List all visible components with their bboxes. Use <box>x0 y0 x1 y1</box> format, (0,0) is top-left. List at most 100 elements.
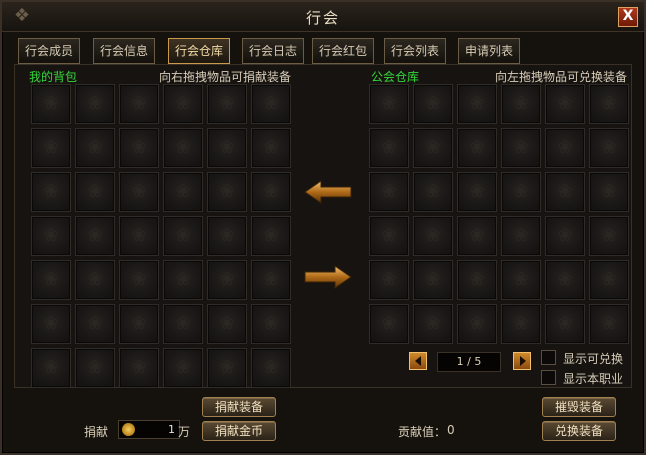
warehouse-slot[interactable] <box>369 128 409 168</box>
warehouse-slot[interactable] <box>501 216 541 256</box>
tab-guild-red-packet[interactable]: 行会红包 <box>312 38 374 64</box>
donate-amount-input[interactable]: 1 <box>118 420 180 439</box>
donate-gold-button[interactable]: 捐献金币 <box>202 421 276 441</box>
backpack-slot[interactable] <box>251 348 291 388</box>
tab-guild-members[interactable]: 行会成员 <box>18 38 80 64</box>
backpack-slot[interactable] <box>75 348 115 388</box>
warehouse-slot[interactable] <box>501 84 541 124</box>
warehouse-slot[interactable] <box>545 260 585 300</box>
warehouse-slot[interactable] <box>501 260 541 300</box>
arrow-right-icon[interactable] <box>303 263 353 291</box>
arrow-left-icon[interactable] <box>303 178 353 206</box>
backpack-slot[interactable] <box>207 84 247 124</box>
backpack-slot[interactable] <box>119 304 159 344</box>
backpack-slot[interactable] <box>75 172 115 212</box>
warehouse-slot[interactable] <box>369 260 409 300</box>
backpack-slot[interactable] <box>75 84 115 124</box>
warehouse-slot[interactable] <box>457 172 497 212</box>
backpack-slot[interactable] <box>119 260 159 300</box>
tab-guild-warehouse[interactable]: 行会仓库 <box>168 38 230 64</box>
prev-page-button[interactable] <box>409 352 427 370</box>
bottom-bar: 捐献装备 捐献 1 万 捐献金币 贡献值： 0 摧毁装备 兑换装备 <box>14 389 632 447</box>
warehouse-slot[interactable] <box>501 304 541 344</box>
warehouse-slot[interactable] <box>589 128 629 168</box>
tab-guild-info[interactable]: 行会信息 <box>93 38 155 64</box>
backpack-slot[interactable] <box>207 216 247 256</box>
backpack-slot[interactable] <box>31 172 71 212</box>
exchange-equipment-button[interactable]: 兑换装备 <box>542 421 616 441</box>
backpack-slot[interactable] <box>251 260 291 300</box>
backpack-slot[interactable] <box>163 84 203 124</box>
warehouse-slot[interactable] <box>413 128 453 168</box>
backpack-slot[interactable] <box>163 348 203 388</box>
warehouse-slot[interactable] <box>457 304 497 344</box>
backpack-slot[interactable] <box>251 304 291 344</box>
warehouse-slot[interactable] <box>501 172 541 212</box>
warehouse-slot[interactable] <box>369 216 409 256</box>
backpack-slot[interactable] <box>207 304 247 344</box>
backpack-slot[interactable] <box>163 216 203 256</box>
checkbox-box[interactable] <box>541 350 556 365</box>
warehouse-slot[interactable] <box>457 128 497 168</box>
backpack-slot[interactable] <box>119 348 159 388</box>
backpack-slot[interactable] <box>163 304 203 344</box>
backpack-slot[interactable] <box>119 172 159 212</box>
backpack-slot[interactable] <box>251 216 291 256</box>
backpack-slot[interactable] <box>251 172 291 212</box>
warehouse-slot[interactable] <box>545 84 585 124</box>
warehouse-slot[interactable] <box>501 128 541 168</box>
backpack-slot[interactable] <box>251 128 291 168</box>
backpack-slot[interactable] <box>119 216 159 256</box>
backpack-slot[interactable] <box>31 128 71 168</box>
warehouse-slot[interactable] <box>457 84 497 124</box>
backpack-slot[interactable] <box>251 84 291 124</box>
warehouse-slot[interactable] <box>369 304 409 344</box>
checkbox-box[interactable] <box>541 370 556 385</box>
warehouse-slot[interactable] <box>413 260 453 300</box>
title-bar[interactable]: ❖ 行会 X <box>2 2 644 32</box>
donate-equipment-button[interactable]: 捐献装备 <box>202 397 276 417</box>
backpack-slot[interactable] <box>75 304 115 344</box>
backpack-slot[interactable] <box>31 260 71 300</box>
backpack-slot[interactable] <box>75 216 115 256</box>
tab-application-list[interactable]: 申请列表 <box>458 38 520 64</box>
warehouse-slot[interactable] <box>545 304 585 344</box>
next-page-button[interactable] <box>513 352 531 370</box>
warehouse-slot[interactable] <box>589 260 629 300</box>
backpack-slot[interactable] <box>31 304 71 344</box>
backpack-slot[interactable] <box>119 84 159 124</box>
warehouse-slot[interactable] <box>589 84 629 124</box>
backpack-slot[interactable] <box>163 260 203 300</box>
backpack-slot[interactable] <box>207 172 247 212</box>
destroy-equipment-button[interactable]: 摧毁装备 <box>542 397 616 417</box>
backpack-slot[interactable] <box>207 128 247 168</box>
warehouse-slot[interactable] <box>457 260 497 300</box>
backpack-slot[interactable] <box>75 260 115 300</box>
backpack-slot[interactable] <box>31 216 71 256</box>
backpack-slot[interactable] <box>163 128 203 168</box>
warehouse-slot[interactable] <box>457 216 497 256</box>
backpack-slot[interactable] <box>75 128 115 168</box>
warehouse-slot[interactable] <box>413 304 453 344</box>
backpack-slot[interactable] <box>207 260 247 300</box>
chevron-left-icon <box>415 356 421 366</box>
warehouse-slot[interactable] <box>369 84 409 124</box>
backpack-slot[interactable] <box>119 128 159 168</box>
warehouse-slot[interactable] <box>545 172 585 212</box>
warehouse-slot[interactable] <box>413 84 453 124</box>
backpack-slot[interactable] <box>31 84 71 124</box>
warehouse-slot[interactable] <box>369 172 409 212</box>
warehouse-slot[interactable] <box>413 216 453 256</box>
warehouse-slot[interactable] <box>545 128 585 168</box>
warehouse-slot[interactable] <box>545 216 585 256</box>
tab-guild-list[interactable]: 行会列表 <box>384 38 446 64</box>
warehouse-slot[interactable] <box>589 172 629 212</box>
backpack-slot[interactable] <box>163 172 203 212</box>
warehouse-slot[interactable] <box>589 304 629 344</box>
warehouse-slot[interactable] <box>589 216 629 256</box>
tab-guild-log[interactable]: 行会日志 <box>242 38 304 64</box>
backpack-slot[interactable] <box>31 348 71 388</box>
warehouse-slot[interactable] <box>413 172 453 212</box>
close-button[interactable]: X <box>618 7 638 27</box>
backpack-slot[interactable] <box>207 348 247 388</box>
